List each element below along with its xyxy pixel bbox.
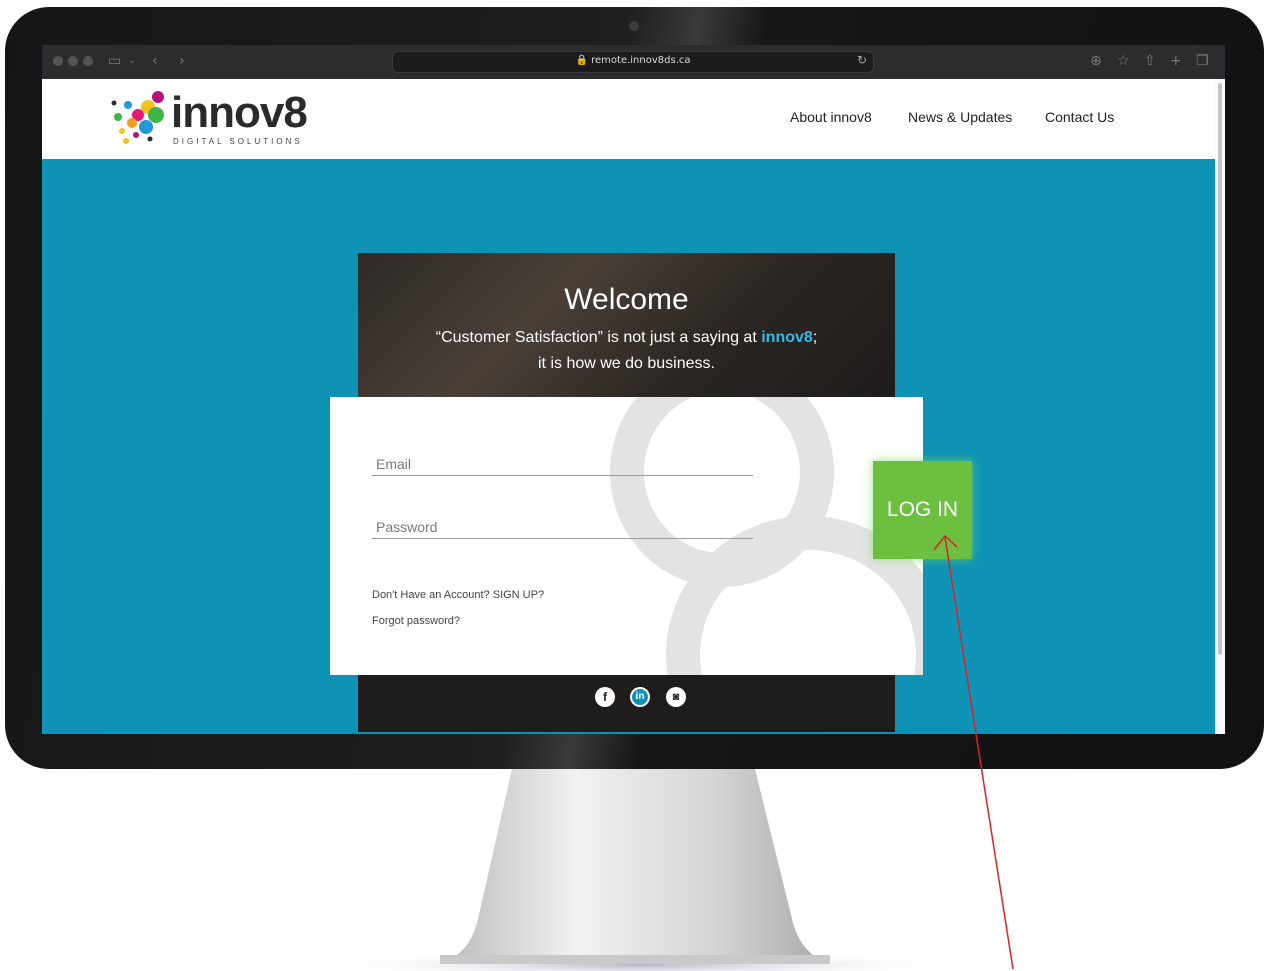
welcome-banner: Welcome “Customer Satisfaction” is not j… — [358, 253, 895, 398]
url-label: remote.innov8ds.ca — [591, 55, 691, 66]
facebook-icon[interactable]: f — [595, 687, 615, 707]
innov8-logo[interactable]: innov8 DIGITAL SOLUTIONS — [106, 87, 308, 151]
monitor-stand — [310, 769, 970, 971]
nav-about[interactable]: About innov8 — [790, 109, 872, 125]
browser-toolbar: ▭ ⌄ ‹ › 🔒 remote.innov8ds.ca ↻ ⊕ ☆ ⇧ + ❐ — [42, 45, 1225, 79]
nav-news-updates[interactable]: News & Updates — [908, 109, 1012, 125]
share-icon[interactable]: ⇧ — [1144, 51, 1156, 71]
password-field[interactable] — [372, 515, 753, 539]
forward-arrow-icon[interactable]: › — [179, 51, 185, 71]
hero-tagline-line-1: “Customer Satisfaction” is not just a sa… — [358, 329, 895, 347]
forgot-password-link[interactable]: Forgot password? — [372, 615, 460, 627]
login-card: Don't Have an Account? SIGN UP? Forgot p… — [330, 397, 923, 675]
sidebar-icon[interactable]: ▭ — [108, 51, 121, 71]
logo-subtitle: DIGITAL SOLUTIONS — [173, 137, 303, 146]
social-footer-bar — [358, 675, 895, 732]
tagline-brand: innov8 — [761, 329, 813, 346]
star-icon[interactable]: ☆ — [1117, 51, 1130, 71]
linkedin-icon[interactable]: in — [630, 687, 650, 707]
logo-wordmark: innov8 — [171, 88, 308, 137]
page-scrollbar[interactable] — [1215, 79, 1225, 734]
close-window-button[interactable] — [53, 56, 63, 66]
signup-link[interactable]: Don't Have an Account? SIGN UP? — [372, 589, 544, 601]
tagline-punctuation: ; — [812, 329, 818, 346]
new-tab-icon[interactable]: + — [1170, 51, 1182, 71]
camera-icon — [629, 21, 639, 31]
login-button[interactable]: LOG IN — [873, 461, 972, 559]
hero-tagline-line-2: it is how we do business. — [538, 355, 715, 372]
minimize-window-button[interactable] — [68, 56, 78, 66]
back-arrow-icon[interactable]: ‹ — [152, 51, 158, 71]
chevron-down-icon[interactable]: ⌄ — [128, 51, 136, 71]
tabs-overview-icon[interactable]: ❐ — [1196, 51, 1209, 71]
site-header: innov8 DIGITAL SOLUTIONS About innov8 Ne… — [42, 79, 1215, 159]
email-field[interactable] — [372, 452, 753, 476]
instagram-icon[interactable]: ◙ — [666, 687, 686, 707]
url-text: 🔒 remote.innov8ds.ca — [575, 55, 691, 66]
scrollbar-thumb[interactable] — [1218, 83, 1222, 655]
tagline-text: “Customer Satisfaction” is not just a sa… — [435, 329, 762, 346]
logo-dots-icon — [111, 91, 164, 144]
reload-icon[interactable]: ↻ — [857, 53, 867, 67]
zoom-window-button[interactable] — [83, 56, 93, 66]
nav-contact-us[interactable]: Contact Us — [1045, 109, 1114, 125]
welcome-title: Welcome — [564, 283, 689, 316]
browser-window: ▭ ⌄ ‹ › 🔒 remote.innov8ds.ca ↻ ⊕ ☆ ⇧ + ❐ — [42, 45, 1225, 734]
download-icon[interactable]: ⊕ — [1090, 51, 1102, 71]
address-bar[interactable]: 🔒 remote.innov8ds.ca ↻ — [392, 51, 874, 73]
